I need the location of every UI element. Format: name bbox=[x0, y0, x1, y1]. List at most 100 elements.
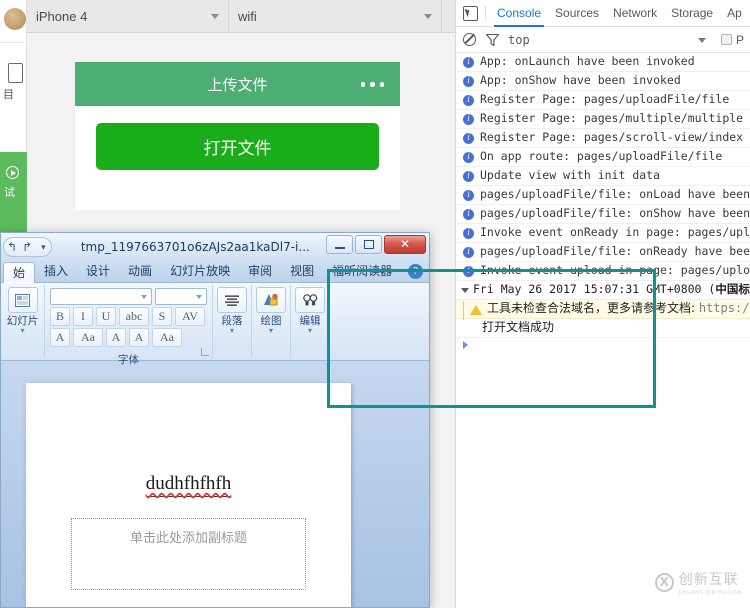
console-log-row-group: Fri May 26 2017 15:07:31 GMT+0800 (中国标 bbox=[456, 281, 750, 300]
font-style-button[interactable]: B bbox=[50, 307, 70, 326]
chrome-devtools-panel: Console Sources Network Storage Ap top P… bbox=[455, 0, 750, 608]
undo-icon[interactable]: ↰ bbox=[7, 240, 17, 254]
font-style-button[interactable]: S bbox=[152, 307, 172, 326]
card-header-title: 上传文件 bbox=[207, 75, 268, 94]
font-family-combo[interactable] bbox=[50, 288, 152, 305]
screen-root: 目 试 iPhone 4 wifi 上传文件 打开文件 Console Sour… bbox=[0, 0, 750, 608]
console-input-prompt[interactable] bbox=[456, 338, 750, 352]
ribbon-group-slide: 幻灯片 ▾ bbox=[1, 285, 45, 358]
console-context-value[interactable]: top bbox=[508, 33, 530, 47]
tab-sources[interactable]: Sources bbox=[548, 0, 606, 27]
console-log-row-warning: 工具未检查合法域名，更多请参考文档: https:/ bbox=[456, 300, 750, 320]
chevron-down-icon[interactable] bbox=[698, 37, 706, 43]
help-icon[interactable]: ? bbox=[408, 264, 423, 279]
font-style-button[interactable]: U bbox=[96, 307, 116, 326]
ppt-tab[interactable]: 福昕阅读器 bbox=[323, 261, 401, 282]
toolbar-spacer bbox=[441, 0, 455, 32]
ppt-tab[interactable]: 始 bbox=[3, 262, 36, 283]
watermark-subtext: CHUANG XIN HU LIAN bbox=[678, 590, 742, 596]
tab-appdata[interactable]: Ap bbox=[720, 0, 749, 27]
simulator-icon[interactable] bbox=[8, 63, 23, 83]
expand-arrow-icon[interactable] bbox=[461, 288, 469, 293]
font-extra-button[interactable]: Aa bbox=[152, 328, 182, 347]
minimize-button[interactable] bbox=[326, 235, 353, 254]
tab-console[interactable]: Console bbox=[490, 0, 548, 27]
filter-icon[interactable] bbox=[486, 33, 499, 46]
font-style-button[interactable]: I bbox=[73, 307, 93, 326]
new-slide-button[interactable] bbox=[7, 287, 38, 313]
ppt-tab[interactable]: 设计 bbox=[77, 261, 119, 282]
ppt-tab[interactable]: 动画 bbox=[119, 261, 161, 282]
more-options-icon[interactable] bbox=[360, 82, 384, 87]
console-log-text: On app route: pages/uploadFile/file bbox=[480, 149, 723, 163]
console-log-row-info: Update view with init data bbox=[456, 167, 750, 186]
info-icon bbox=[463, 169, 474, 182]
rail-preview-label: 试 bbox=[4, 186, 15, 199]
tab-network[interactable]: Network bbox=[606, 0, 664, 27]
find-button[interactable] bbox=[295, 287, 325, 313]
maximize-button[interactable] bbox=[355, 235, 382, 254]
console-log-row-plain: 打开文档成功 bbox=[456, 319, 750, 338]
console-log-text: Register Page: pages/uploadFile/file bbox=[480, 92, 730, 106]
console-log-text: Invoke event upload in page: pages/uploa… bbox=[480, 263, 750, 277]
ppt-tab[interactable]: 视图 bbox=[281, 261, 323, 282]
font-extra-buttons: A Aa A A Aa bbox=[50, 328, 207, 347]
close-button[interactable]: ✕ bbox=[384, 235, 426, 254]
font-extra-button[interactable]: Aa bbox=[73, 328, 103, 347]
chevron-down-icon[interactable]: ▾ bbox=[230, 327, 234, 335]
font-dialog-launcher[interactable] bbox=[201, 348, 209, 356]
font-style-button[interactable]: AV bbox=[175, 307, 205, 326]
devtools-tabbar: Console Sources Network Storage Ap bbox=[456, 0, 750, 27]
font-extra-button[interactable]: A bbox=[50, 328, 70, 347]
font-style-button[interactable]: abc bbox=[119, 307, 149, 326]
ppt-tab[interactable]: 幻灯片放映 bbox=[161, 261, 239, 282]
redo-icon[interactable]: ↱ bbox=[22, 240, 32, 254]
font-extra-button[interactable]: A bbox=[129, 328, 149, 347]
slide-subtitle-placeholder[interactable]: 单击此处添加副标题 bbox=[71, 518, 306, 590]
ribbon-group-drawing: 绘图 ▾ bbox=[252, 285, 291, 358]
ribbon-group-font: B I Uabc S AV A Aa A A Aa 字体 bbox=[45, 285, 213, 366]
drawing-shapes-button[interactable] bbox=[256, 287, 286, 313]
info-icon bbox=[463, 55, 474, 68]
network-selector-value: wifi bbox=[238, 8, 257, 24]
chevron-down-icon[interactable]: ▾ bbox=[308, 327, 312, 335]
network-selector[interactable]: wifi bbox=[229, 0, 441, 32]
ribbon-group-paragraph: 段落 ▾ bbox=[213, 285, 252, 358]
info-icon bbox=[463, 207, 474, 220]
user-avatar[interactable] bbox=[4, 8, 26, 30]
console-log-row-info: Register Page: pages/multiple/multiple bbox=[456, 110, 750, 129]
ppt-tab[interactable]: 插入 bbox=[35, 261, 77, 282]
console-log-text: pages/uploadFile/file: onReady have been… bbox=[480, 244, 750, 258]
chevron-down-icon[interactable]: ▾ bbox=[269, 327, 273, 335]
watermark: 创新互联 CHUANG XIN HU LIAN bbox=[654, 569, 742, 596]
ppt-titlebar[interactable]: ↰ ↱ ▾ tmp_1197663701o6zAJs2aa1kaDl7-i...… bbox=[1, 233, 429, 261]
info-icon bbox=[463, 74, 474, 87]
chevron-down-icon[interactable]: ▾ bbox=[20, 327, 24, 335]
qat-more-icon[interactable]: ▾ bbox=[41, 242, 46, 253]
console-log-list[interactable]: App: onLaunch have been invoked App: onSh… bbox=[456, 53, 750, 608]
clear-console-icon[interactable] bbox=[463, 33, 476, 46]
console-log-text: App: onShow have been invoked bbox=[480, 73, 681, 87]
console-log-text: Update view with init data bbox=[480, 168, 661, 182]
inspect-element-icon[interactable] bbox=[463, 5, 478, 21]
console-log-row-info: App: onLaunch have been invoked bbox=[456, 53, 750, 72]
console-log-row-info: On app route: pages/uploadFile/file bbox=[456, 148, 750, 167]
ribbon-group-editing: 编辑 ▾ bbox=[291, 285, 330, 358]
ppt-tab[interactable]: 审阅 bbox=[239, 261, 281, 282]
paragraph-align-button[interactable] bbox=[217, 287, 247, 313]
rail-preview-panel[interactable]: 试 bbox=[0, 152, 27, 238]
chevron-down-icon bbox=[424, 14, 432, 19]
console-log-row-info: App: onShow have been invoked bbox=[456, 72, 750, 91]
open-file-button[interactable]: 打开文件 bbox=[96, 123, 379, 170]
info-icon bbox=[463, 112, 474, 125]
preserve-log-checkbox[interactable] bbox=[721, 33, 732, 45]
tab-storage[interactable]: Storage bbox=[664, 0, 720, 27]
console-log-text: pages/uploadFile/file: onLoad have been … bbox=[480, 187, 750, 201]
slide-canvas[interactable]: dudhfhfhfh 单击此处添加副标题 bbox=[26, 383, 351, 607]
slide-title-text[interactable]: dudhfhfhfh bbox=[145, 473, 232, 497]
font-size-combo[interactable] bbox=[155, 288, 207, 305]
device-selector[interactable]: iPhone 4 bbox=[27, 0, 229, 32]
quick-access-toolbar: ↰ ↱ ▾ bbox=[3, 237, 52, 257]
console-log-row-info: Invoke event upload in page: pages/uploa… bbox=[456, 262, 750, 281]
font-extra-button[interactable]: A bbox=[106, 328, 126, 347]
